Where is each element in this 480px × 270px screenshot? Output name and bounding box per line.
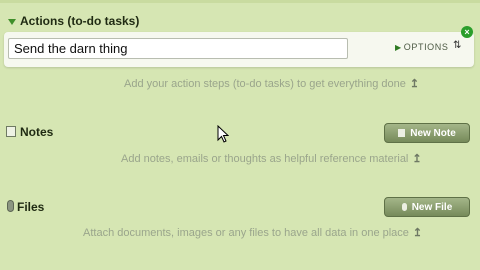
- close-icon[interactable]: ×: [461, 26, 473, 38]
- files-hint: Attach documents, images or any files to…: [83, 226, 422, 239]
- actions-title: Actions (to-do tasks): [20, 14, 140, 28]
- actions-hint: Add your action steps (to-do tasks) to g…: [124, 77, 419, 90]
- note-icon: [398, 129, 406, 137]
- top-divider: [0, 0, 480, 3]
- mouse-cursor-icon: [217, 124, 230, 148]
- return-arrow-icon: ↥: [412, 227, 423, 239]
- notes-hint: Add notes, emails or thoughts as helpful…: [121, 152, 422, 165]
- sort-icon[interactable]: ⇅: [453, 40, 461, 51]
- notes-title: Notes: [20, 125, 54, 139]
- new-file-label: New File: [411, 202, 453, 213]
- new-note-button[interactable]: New Note: [384, 123, 470, 143]
- files-hint-text: Attach documents, images or any files to…: [83, 227, 409, 239]
- chevron-down-icon[interactable]: [7, 14, 17, 32]
- notes-icon: [6, 124, 16, 142]
- notes-hint-text: Add notes, emails or thoughts as helpful…: [121, 153, 409, 165]
- triangle-right-icon: ▶: [395, 43, 402, 52]
- new-file-button[interactable]: New File: [384, 197, 470, 217]
- task-input[interactable]: [8, 38, 348, 59]
- return-arrow-icon: ↥: [412, 153, 422, 165]
- files-title: Files: [17, 200, 45, 214]
- options-label: OPTIONS: [403, 42, 449, 52]
- return-arrow-icon: ↥: [409, 78, 420, 90]
- options-link[interactable]: ▶ OPTIONS: [395, 42, 448, 52]
- files-icon: [7, 199, 14, 217]
- actions-hint-text: Add your action steps (to-do tasks) to g…: [124, 78, 406, 90]
- file-icon: [401, 203, 407, 211]
- new-note-label: New Note: [410, 128, 456, 139]
